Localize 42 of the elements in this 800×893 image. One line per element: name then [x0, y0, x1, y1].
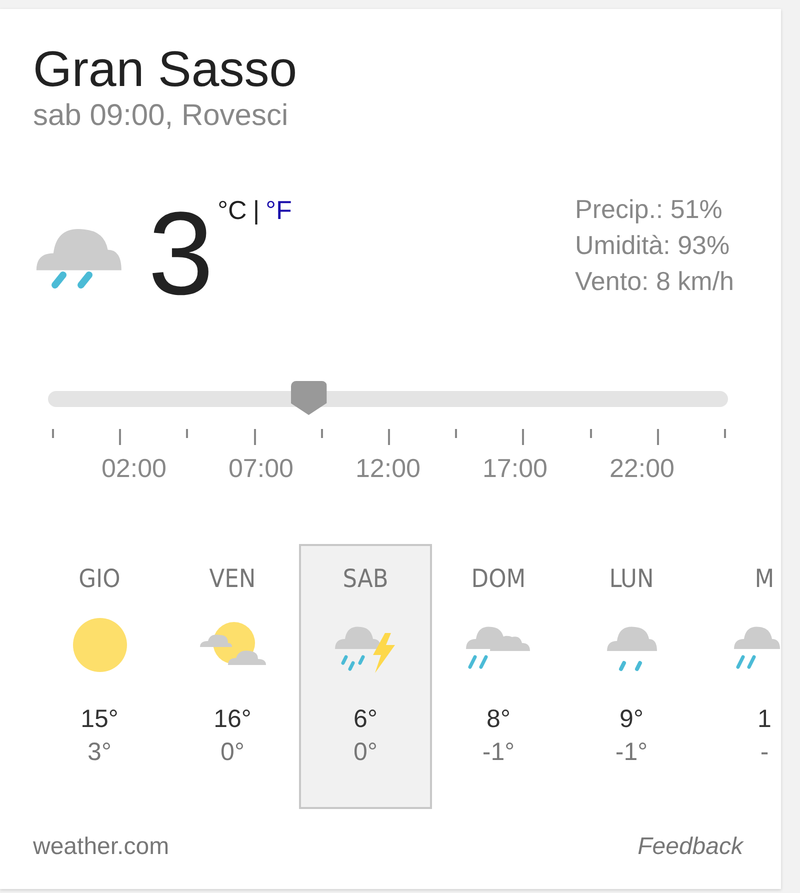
day-name: GIO	[78, 564, 120, 593]
low-temperature: 0°	[220, 738, 244, 767]
low-temperature: -1°	[482, 738, 515, 767]
day-forecast[interactable]: DOM 8° -1°	[432, 544, 565, 809]
fahrenheit-link[interactable]: °F	[266, 195, 292, 226]
day-name: LUN	[609, 564, 654, 593]
low-temperature: 0°	[354, 738, 378, 767]
slider-thumb[interactable]	[290, 381, 327, 415]
high-temperature: 16°	[214, 705, 252, 734]
low-temperature: 3°	[88, 738, 112, 767]
high-temperature: 1	[758, 705, 772, 734]
weather-detail: Umidità: 93%	[575, 229, 731, 262]
unit-separator: |	[252, 195, 260, 226]
high-temperature: 8°	[486, 705, 510, 734]
hour-label: 07:00	[228, 453, 294, 483]
feedback-link[interactable]: Feedback	[638, 833, 743, 861]
time-slider[interactable]	[48, 381, 728, 417]
hour-label: 22:00	[609, 453, 675, 483]
day-forecast[interactable]: LUN 9° -1°	[565, 544, 698, 809]
day-name: DOM	[471, 564, 526, 593]
high-temperature: 6°	[354, 705, 378, 734]
low-temperature: -1°	[615, 738, 648, 767]
high-temperature: 9°	[620, 705, 644, 734]
hour-label: 02:00	[101, 453, 167, 483]
hour-label: 12:00	[355, 453, 421, 483]
high-temperature: 15°	[80, 705, 118, 734]
day-forecast[interactable]: VEN 16° 0°	[166, 544, 299, 809]
source-link[interactable]: weather.com	[33, 833, 170, 861]
celsius-unit: °C	[218, 195, 247, 226]
time-condition: sab 09:00, Rovesci	[33, 99, 290, 133]
weather-detail: Vento: 8 km/h	[575, 265, 734, 298]
day-forecast[interactable]: SAB 6° 0°	[299, 544, 432, 809]
low-temperature: -	[760, 738, 769, 767]
hour-label: 17:00	[482, 453, 548, 483]
weather-detail: Precip.: 51%	[575, 193, 724, 226]
day-forecast[interactable]: GIO 15° 3°	[33, 544, 166, 809]
day-forecast[interactable]: M 1 -	[698, 544, 781, 809]
day-name: SAB	[342, 564, 388, 593]
current-temperature: 3	[148, 199, 214, 309]
day-name: M	[754, 564, 774, 593]
location-title: Gran Sasso	[33, 43, 298, 95]
day-name: VEN	[209, 564, 256, 593]
